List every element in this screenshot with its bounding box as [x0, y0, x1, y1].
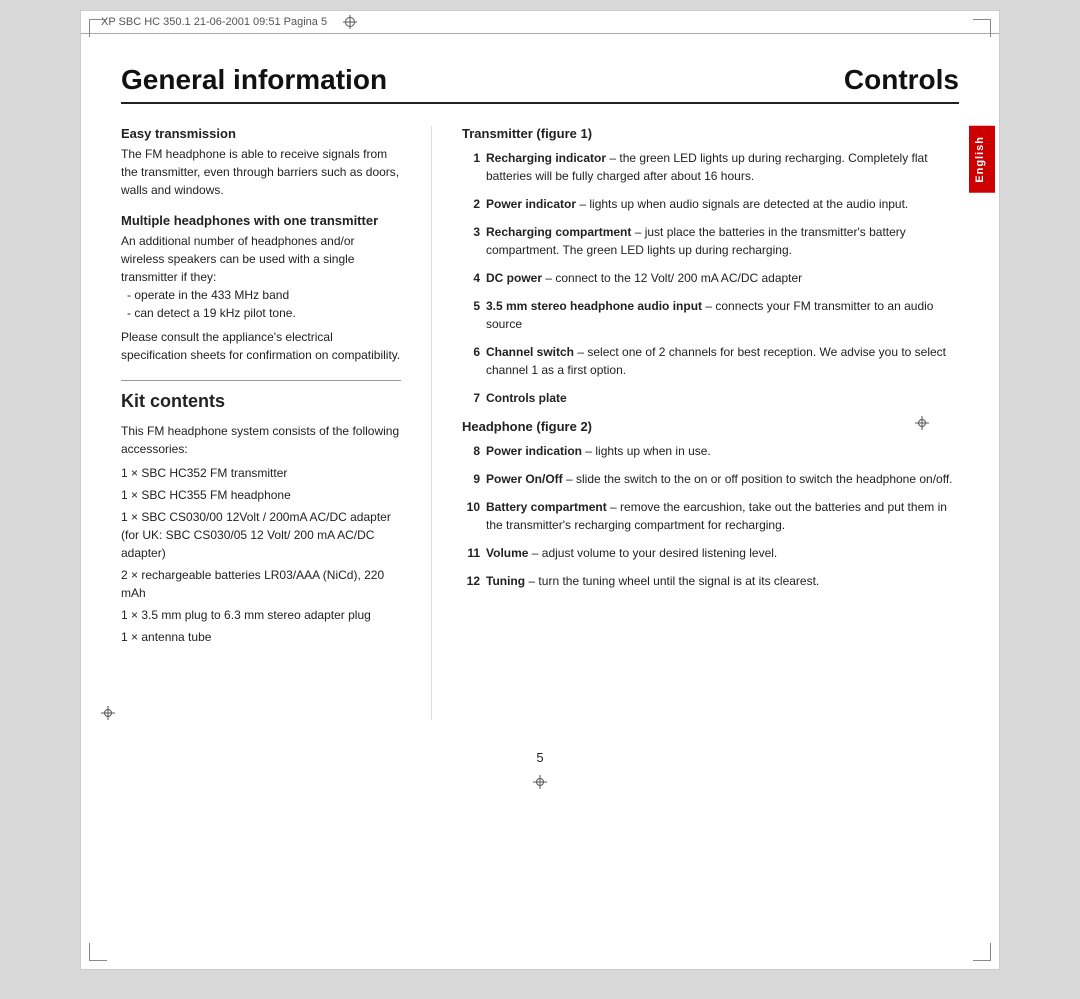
kit-item: 1 × SBC HC352 FM transmitter [121, 464, 401, 482]
control-item-3: 3 Recharging compartment – just place th… [462, 223, 959, 259]
section2-list: operate in the 433 MHz band can detect a… [121, 286, 401, 322]
section-divider [121, 380, 401, 381]
headphone-control-9: 9 Power On/Off – slide the switch to the… [462, 470, 959, 488]
corner-marker-bl [89, 943, 107, 961]
headphone-controls-list: 8 Power indication – lights up when in u… [462, 442, 959, 590]
headphone-control-10: 10 Battery compartment – remove the earc… [462, 498, 959, 534]
control-item-7: 7 Controls plate [462, 389, 959, 407]
section1-heading: Easy transmission [121, 126, 401, 141]
kit-item: 1 × SBC HC355 FM headphone [121, 486, 401, 504]
list-item: operate in the 433 MHz band [127, 286, 401, 304]
control-item-5: 5 3.5 mm stereo headphone audio input – … [462, 297, 959, 333]
headphone-control-8: 8 Power indication – lights up when in u… [462, 442, 959, 460]
control-item-2: 2 Power indicator – lights up when audio… [462, 195, 959, 213]
kit-item: 1 × antenna tube [121, 628, 401, 646]
kit-items-list: 1 × SBC HC352 FM transmitter 1 × SBC HC3… [121, 464, 401, 646]
kit-item: 1 × 3.5 mm plug to 6.3 mm stereo adapter… [121, 606, 401, 624]
section3-text: Please consult the appliance's electrica… [121, 328, 401, 364]
page-header: XP SBC HC 350.1 21-06-2001 09:51 Pagina … [81, 11, 999, 34]
corner-marker-br [973, 943, 991, 961]
control-item-6: 6 Channel switch – select one of 2 chann… [462, 343, 959, 379]
section2-heading: Multiple headphones with one transmitter [121, 213, 401, 228]
crosshair-header [343, 15, 357, 29]
document-page: XP SBC HC 350.1 21-06-2001 09:51 Pagina … [80, 10, 1000, 970]
corner-marker-tr [973, 19, 991, 37]
kit-intro: This FM headphone system consists of the… [121, 422, 401, 458]
headphone-heading: Headphone (figure 2) [462, 419, 959, 434]
page-wrapper: XP SBC HC 350.1 21-06-2001 09:51 Pagina … [0, 0, 1080, 999]
english-tab: English [969, 126, 995, 193]
page-content: General information Controls Easy transm… [81, 34, 999, 819]
transmitter-heading: Transmitter (figure 1) [462, 126, 959, 141]
kit-item: 2 × rechargeable batteries LR03/AAA (NiC… [121, 566, 401, 602]
header-text: XP SBC HC 350.1 21-06-2001 09:51 Pagina … [101, 16, 327, 28]
control-item-1: 1 Recharging indicator – the green LED l… [462, 149, 959, 185]
left-column: Easy transmission The FM headphone is ab… [121, 126, 401, 720]
right-column: English Transmitter (figure 1) 1 Recharg… [431, 126, 959, 720]
title-row: General information Controls [121, 64, 959, 104]
transmitter-controls-list: 1 Recharging indicator – the green LED l… [462, 149, 959, 407]
kit-title: Kit contents [121, 391, 401, 412]
headphone-control-12: 12 Tuning – turn the tuning wheel until … [462, 572, 959, 590]
page-title-right: Controls [844, 64, 959, 96]
control-item-4: 4 DC power – connect to the 12 Volt/ 200… [462, 269, 959, 287]
headphone-control-11: 11 Volume – adjust volume to your desire… [462, 544, 959, 562]
page-title-left: General information [121, 64, 387, 96]
corner-marker-tl [89, 19, 107, 37]
kit-item: 1 × SBC CS030/00 12Volt / 200mA AC/DC ad… [121, 508, 401, 562]
section2-text: An additional number of headphones and/o… [121, 232, 401, 322]
two-column-layout: Easy transmission The FM headphone is ab… [121, 126, 959, 720]
list-item: can detect a 19 kHz pilot tone. [127, 304, 401, 322]
page-number: 5 [121, 750, 959, 765]
section1-text: The FM headphone is able to receive sign… [121, 145, 401, 199]
